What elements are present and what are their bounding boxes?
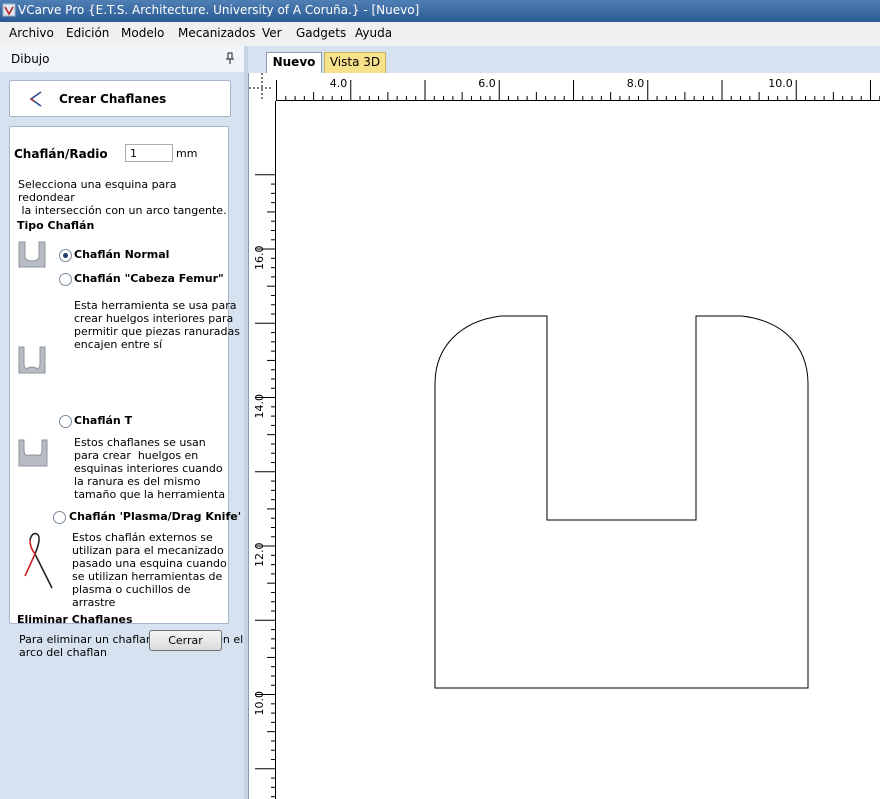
panel-header: Dibujo	[0, 46, 244, 72]
normal-fillet-icon	[18, 241, 46, 268]
instruction-line-2: redondear	[18, 191, 75, 204]
plasma-desc-6: arrastre	[72, 596, 116, 609]
h-ruler-label: 10.0	[768, 77, 793, 90]
menu-bar: Archivo Edición Modelo Mecanizados Ver G…	[0, 22, 880, 46]
t-desc-1: Estos chaflanes se usan	[74, 436, 206, 449]
plasma-desc-5: plasma o cuchillos de	[72, 583, 191, 596]
h-ruler-label: 6.0	[478, 77, 496, 90]
instruction-line-1: Selecciona una esquina para	[18, 178, 177, 191]
plasma-desc-4: se utilizan herramientas de	[72, 570, 223, 583]
drag-knife-loop-icon	[24, 532, 53, 589]
t-desc-4: la ranura es del mismo	[74, 475, 201, 488]
menu-edicion[interactable]: Edición	[66, 26, 109, 41]
delete-heading: Eliminar Chaflanes	[17, 613, 133, 626]
v-ruler-label: 12.0	[253, 543, 266, 568]
dogbone-desc-2: crear huelgos interiores para	[74, 312, 234, 325]
t-fillet-icon	[18, 439, 48, 467]
dogbone-desc-4: encajen entre sí	[74, 338, 163, 351]
tab-vista-3d[interactable]: Vista 3D	[324, 52, 386, 73]
tab-nuevo[interactable]: Nuevo	[266, 52, 322, 73]
v-ruler-label: 16.0	[253, 246, 266, 270]
menu-gadgets[interactable]: Gadgets	[296, 26, 346, 41]
option-t-label[interactable]: Chaflán T	[74, 414, 132, 427]
menu-modelo[interactable]: Modelo	[121, 26, 164, 41]
close-button[interactable]: Cerrar	[149, 630, 222, 651]
radio-plasma-fillet[interactable]	[53, 511, 66, 524]
view-tabs: Nuevo Vista 3D	[248, 46, 880, 73]
ruler-origin-corner	[249, 73, 276, 101]
radio-t-fillet[interactable]	[59, 415, 72, 428]
t-desc-2: para crear huelgos en	[74, 449, 199, 462]
radius-label: Chaflán/Radio	[14, 147, 108, 161]
radio-normal-fillet[interactable]	[59, 249, 72, 262]
ruler-origin-crosshair-icon	[249, 73, 273, 100]
fillet-form: Chaflán/Radio mm Selecciona una esquina …	[9, 126, 243, 659]
h-ruler-label: 4.0	[330, 77, 348, 90]
option-dogbone-label[interactable]: Chaflán "Cabeza Femur"	[74, 272, 224, 285]
tool-title: Crear Chaflanes	[59, 92, 167, 106]
drawing-canvas[interactable]	[276, 101, 880, 799]
tool-title-box: Crear Chaflanes	[9, 80, 231, 117]
pin-icon[interactable]	[225, 52, 235, 66]
vertical-ruler: 16.0 14.0 12.0 10.0	[253, 101, 276, 799]
dogbone-desc-3: permitir que piezas ranuradas	[74, 325, 240, 338]
window-title: VCarve Pro {E.T.S. Architecture. Univers…	[18, 3, 420, 17]
t-desc-5: tamaño que la herramienta	[74, 488, 226, 501]
plasma-desc-1: Estos chaflán externos se	[72, 531, 213, 544]
type-heading: Tipo Chaflán	[17, 219, 95, 232]
menu-ver[interactable]: Ver	[262, 26, 282, 41]
plasma-desc-2: utilizan para el mecanizado	[72, 544, 224, 557]
t-desc-3: esquinas interiores cuando	[74, 462, 223, 475]
v-ruler-label: 10.0	[253, 691, 266, 716]
radius-unit: mm	[176, 147, 198, 160]
slotted-part-outline[interactable]	[434, 315, 809, 689]
plasma-desc-3: pasado una esquina cuando	[72, 557, 227, 570]
dogbone-desc-1: Esta herramienta se usa para	[74, 299, 237, 312]
horizontal-ruler: 4.0 6.0 8.0 10.0	[276, 77, 880, 101]
option-plasma-label[interactable]: Chaflán 'Plasma/Drag Knife'	[69, 510, 241, 523]
menu-mecanizados[interactable]: Mecanizados	[178, 26, 256, 41]
instruction-line-3: la intersección con un arco tangente.	[18, 204, 227, 217]
radio-dogbone-fillet[interactable]	[59, 273, 72, 286]
fillet-tool-icon	[29, 91, 42, 107]
menu-ayuda[interactable]: Ayuda	[355, 26, 392, 41]
panel-title: Dibujo	[11, 52, 50, 66]
drawing-panel: Dibujo Crear Chaflanes Chaflán/Radio mm …	[0, 46, 244, 799]
option-normal-label[interactable]: Chaflán Normal	[74, 248, 169, 261]
h-ruler-label: 8.0	[627, 77, 645, 90]
dogbone-fillet-icon	[18, 346, 46, 374]
radius-input[interactable]	[125, 144, 173, 162]
menu-archivo[interactable]: Archivo	[9, 26, 54, 41]
title-bar: VCarve Pro {E.T.S. Architecture. Univers…	[0, 0, 880, 22]
delete-text-2: arco del chaflan	[19, 646, 107, 659]
vcarve-app-icon[interactable]	[2, 3, 16, 17]
v-ruler-label: 14.0	[253, 394, 266, 419]
